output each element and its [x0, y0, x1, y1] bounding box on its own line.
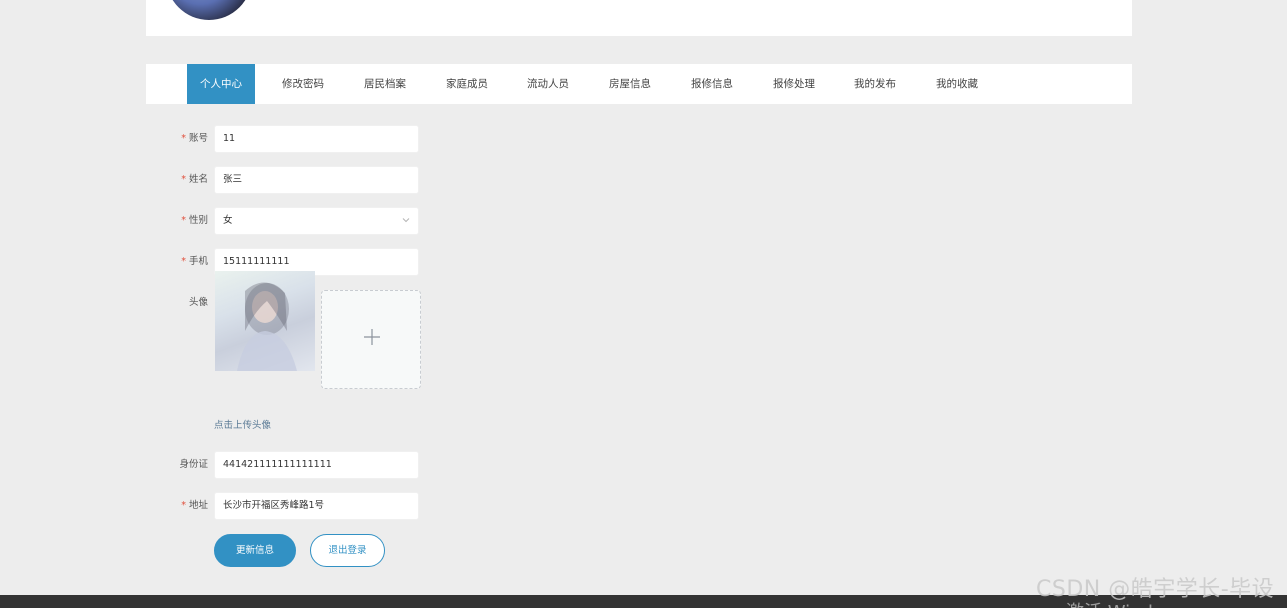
address-label: * 地址 — [181, 500, 208, 511]
tab-my-posts[interactable]: 我的发布 — [841, 64, 909, 104]
tab-repair-info[interactable]: 报修信息 — [678, 64, 746, 104]
tab-change-password[interactable]: 修改密码 — [269, 64, 337, 104]
name-input[interactable]: 张三 — [214, 166, 419, 194]
id-card-label: 身份证 — [179, 459, 208, 470]
avatar-upload-box[interactable] — [321, 290, 421, 389]
tab-housing-info[interactable]: 房屋信息 — [596, 64, 664, 104]
profile-header-card — [146, 0, 1132, 36]
avatar-preview-image — [215, 271, 315, 371]
account-input[interactable]: 11 — [214, 125, 419, 153]
tab-my-favorites[interactable]: 我的收藏 — [923, 64, 991, 104]
id-card-input[interactable]: 441421111111111111 — [214, 451, 419, 479]
plus-icon — [364, 329, 380, 345]
logout-button[interactable]: 退出登录 — [310, 534, 385, 567]
page: 个人中心 修改密码 居民档案 家庭成员 流动人员 房屋信息 报修信息 报修处理 … — [0, 0, 1287, 608]
upload-avatar-link[interactable]: 点击上传头像 — [214, 417, 271, 431]
tab-family-members[interactable]: 家庭成员 — [433, 64, 501, 104]
phone-label: * 手机 — [181, 256, 208, 267]
update-info-button[interactable]: 更新信息 — [214, 534, 296, 567]
gender-select[interactable]: 女 — [214, 207, 419, 235]
address-input[interactable]: 长沙市开福区秀峰路1号 — [214, 492, 419, 520]
tab-personal-center[interactable]: 个人中心 — [187, 64, 255, 104]
tab-repair-handling[interactable]: 报修处理 — [760, 64, 828, 104]
tab-resident-files[interactable]: 居民档案 — [351, 64, 419, 104]
gender-value: 女 — [223, 215, 233, 226]
name-label: * 姓名 — [181, 174, 208, 185]
tab-floating-population[interactable]: 流动人员 — [514, 64, 582, 104]
gender-label: * 性别 — [181, 215, 208, 226]
activate-windows-watermark: 激活 Windows — [1066, 598, 1188, 608]
chevron-down-icon — [402, 218, 410, 223]
avatar-label: 头像 — [188, 297, 208, 308]
account-label: * 账号 — [181, 133, 208, 144]
tab-bar: 个人中心 修改密码 居民档案 家庭成员 流动人员 房屋信息 报修信息 报修处理 … — [146, 64, 1132, 104]
